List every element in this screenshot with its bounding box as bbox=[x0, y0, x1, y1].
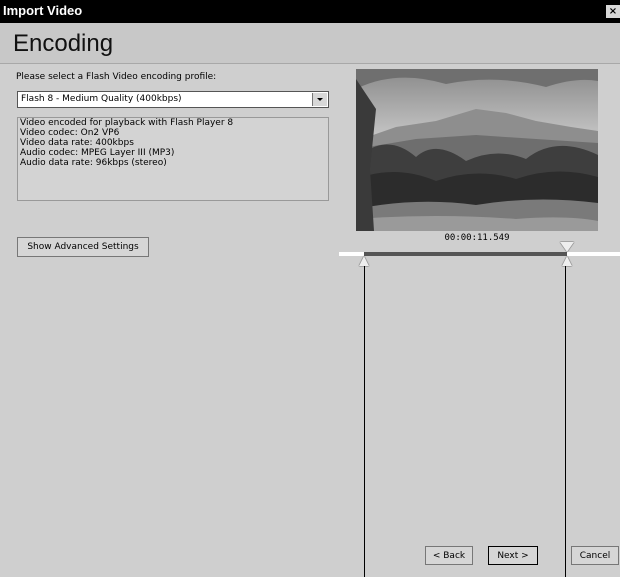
cancel-button[interactable]: Cancel bbox=[571, 546, 619, 565]
callout-line-out bbox=[565, 266, 566, 577]
description-line: Audio codec: MPEG Layer III (MP3) bbox=[20, 148, 175, 158]
show-advanced-settings-button[interactable]: Show Advanced Settings bbox=[17, 237, 149, 257]
trim-range bbox=[364, 252, 567, 256]
in-point-marker[interactable] bbox=[359, 256, 369, 266]
playhead-thumb[interactable] bbox=[560, 242, 574, 252]
description-line: Video data rate: 400kbps bbox=[20, 138, 134, 148]
profile-description-box: Video encoded for playback with Flash Pl… bbox=[17, 117, 329, 201]
video-frame-image bbox=[356, 69, 598, 231]
window-title: Import Video bbox=[3, 3, 83, 18]
video-preview bbox=[356, 69, 598, 231]
chevron-down-icon[interactable] bbox=[312, 93, 327, 106]
description-line: Video encoded for playback with Flash Pl… bbox=[20, 118, 234, 128]
page-header: Encoding bbox=[0, 23, 620, 64]
title-bar: Import Video × bbox=[0, 0, 620, 23]
callout-line-in bbox=[364, 266, 365, 577]
next-button[interactable]: Next > bbox=[488, 546, 538, 565]
import-video-dialog: Import Video × Encoding Please select a … bbox=[0, 0, 620, 577]
page-title: Encoding bbox=[13, 30, 114, 57]
description-line: Audio data rate: 96kbps (stereo) bbox=[20, 158, 167, 168]
out-point-marker[interactable] bbox=[562, 256, 572, 266]
profile-prompt-label: Please select a Flash Video encoding pro… bbox=[16, 72, 217, 82]
selected-profile-value: Flash 8 - Medium Quality (400kbps) bbox=[21, 94, 182, 104]
encoding-profile-dropdown[interactable]: Flash 8 - Medium Quality (400kbps) bbox=[17, 91, 329, 108]
back-button[interactable]: < Back bbox=[425, 546, 473, 565]
description-line: Video codec: On2 VP6 bbox=[20, 128, 120, 138]
close-icon[interactable]: × bbox=[606, 5, 620, 18]
